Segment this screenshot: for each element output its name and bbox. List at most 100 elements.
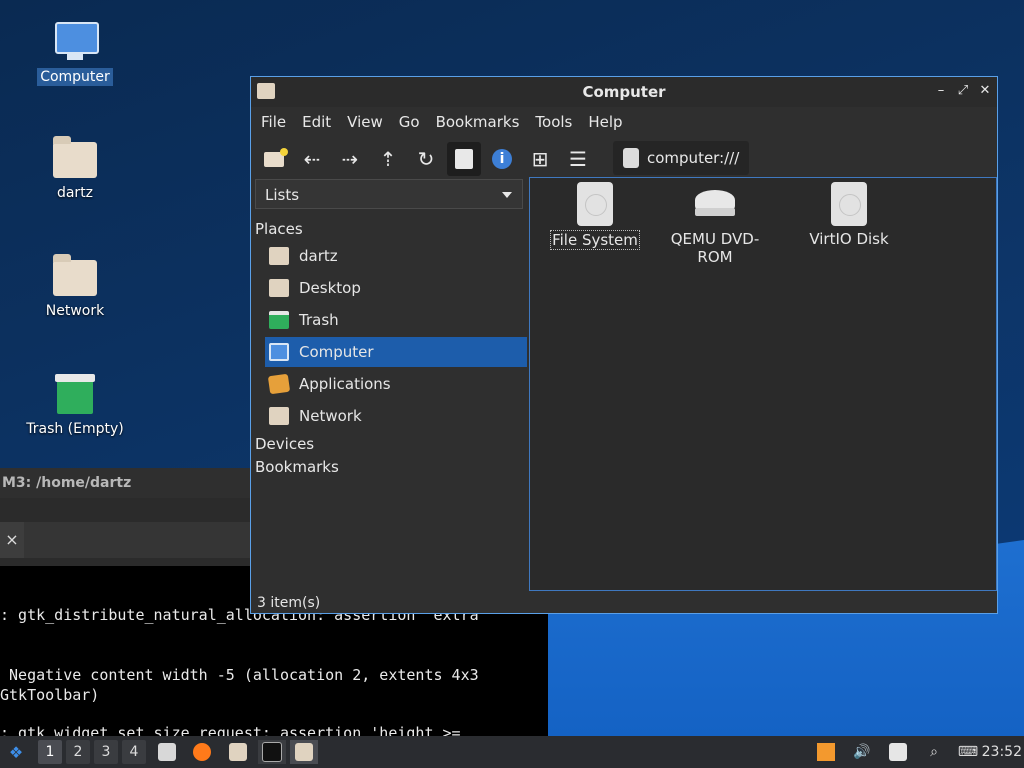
volume-button[interactable]: 🔊 (850, 740, 874, 764)
sidebar-item-computer[interactable]: Computer (265, 337, 527, 367)
window-titlebar[interactable]: Computer – ⤢ ✕ (251, 77, 997, 107)
folder-icon (229, 743, 247, 761)
workspace-2[interactable]: 2 (66, 740, 90, 764)
file-item-file-system[interactable]: File System (540, 182, 650, 250)
close-icon[interactable]: × (0, 522, 24, 558)
up-icon: ⇡ (379, 147, 397, 171)
workspace-3[interactable]: 3 (94, 740, 118, 764)
search-button[interactable]: ⌕ (922, 740, 946, 764)
location-path: computer:/// (647, 149, 740, 167)
sidebar-item-applications[interactable]: Applications (265, 369, 527, 399)
menu-bookmarks[interactable]: Bookmarks (428, 113, 528, 131)
drive-icon (623, 148, 639, 168)
desktop-icon-home[interactable]: dartz (20, 136, 130, 202)
devices-header[interactable]: Devices (255, 435, 314, 453)
home-folder-icon (53, 136, 97, 180)
chevron-down-icon (502, 192, 512, 198)
icon-view-button[interactable] (447, 142, 481, 176)
file-item-label: File System (550, 230, 640, 250)
side-pane-mode-value: Lists (265, 186, 300, 204)
sidebar-item-label: Computer (299, 343, 374, 361)
keyboard-layout-button[interactable]: ⌨ (956, 740, 980, 764)
cpu-graph-widget[interactable] (814, 740, 838, 764)
desktop-folder-icon (269, 279, 289, 297)
grid-view-button[interactable]: ⊞ (523, 142, 557, 176)
sidebar-item-label: Trash (299, 311, 339, 329)
file-view[interactable]: File System QEMU DVD-ROM VirtIO Disk (529, 177, 997, 591)
info-icon: i (492, 149, 512, 169)
file-manager-launcher[interactable] (226, 740, 250, 764)
terminal-line: GtkToolbar) (0, 686, 100, 704)
trash-icon (53, 372, 97, 416)
close-button[interactable]: ✕ (977, 82, 993, 100)
minimize-button[interactable]: – (933, 82, 949, 100)
applications-icon (267, 373, 291, 395)
desktop-icon-computer[interactable]: Computer (20, 20, 130, 86)
sidebar-item-network[interactable]: Network (265, 401, 527, 431)
reload-button[interactable]: ↻ (409, 142, 443, 176)
forward-button[interactable]: ⇢ (333, 142, 367, 176)
firefox-launcher[interactable] (190, 740, 214, 764)
desktop-icon-label: dartz (56, 185, 94, 201)
workspace-1[interactable]: 1 (38, 740, 62, 764)
status-bar: 3 item(s) (257, 595, 321, 611)
file-item-virtio-disk[interactable]: VirtIO Disk (794, 182, 904, 248)
dvd-icon (693, 182, 737, 226)
places-header[interactable]: Places (255, 220, 303, 238)
terminal-line: : gtk_widget_set_size_request: assertion… (0, 724, 461, 736)
menu-view[interactable]: View (339, 113, 391, 131)
reload-icon: ↻ (417, 147, 435, 171)
trash-icon (269, 311, 289, 329)
menu-help[interactable]: Help (580, 113, 630, 131)
info-button[interactable]: i (485, 142, 519, 176)
folder-icon (295, 743, 313, 761)
new-folder-button[interactable] (257, 142, 291, 176)
taskbar-task-file-manager[interactable] (290, 740, 318, 764)
clock[interactable]: 23:52 (982, 744, 1022, 760)
volume-icon: 🔊 (853, 744, 871, 760)
location-bar[interactable]: computer:/// (613, 141, 750, 175)
list-view-button[interactable]: ☰ (561, 142, 595, 176)
sidebar-item-dartz[interactable]: dartz (265, 241, 527, 271)
app-menu-icon: ❖ (8, 742, 24, 762)
taskbar-task-terminal[interactable] (258, 740, 286, 764)
window-title: Computer (582, 83, 666, 101)
taskbar: ❖ 1 2 3 4 🔊 ⌕ ⌨ 23:52 (0, 736, 1024, 768)
workspace-4[interactable]: 4 (122, 740, 146, 764)
search-icon: ⌕ (930, 744, 938, 760)
network-folder-icon (269, 407, 289, 425)
menu-tools[interactable]: Tools (527, 113, 580, 131)
side-pane-mode-select[interactable]: Lists (255, 179, 523, 209)
sidebar-item-label: Applications (299, 375, 391, 393)
desktop-icon-label: Trash (Empty) (26, 421, 124, 437)
icon-view-icon (455, 149, 473, 169)
menu-file[interactable]: File (253, 113, 294, 131)
network-folder-icon (53, 254, 97, 298)
back-button[interactable]: ⇠ (295, 142, 329, 176)
cpu-graph-icon (817, 743, 835, 761)
back-icon: ⇠ (303, 147, 321, 171)
disk-icon (577, 182, 613, 226)
disk-icon (831, 182, 867, 226)
maximize-button[interactable]: ⤢ (955, 82, 971, 100)
desktop-icon-network[interactable]: Network (20, 254, 130, 320)
sidebar-item-label: dartz (299, 247, 338, 265)
file-item-label: VirtIO Disk (809, 230, 889, 248)
clipboard-button[interactable] (886, 740, 910, 764)
app-menu-button[interactable]: ❖ (4, 740, 28, 764)
sidebar-item-desktop[interactable]: Desktop (265, 273, 527, 303)
menu-edit[interactable]: Edit (294, 113, 339, 131)
computer-icon (269, 343, 289, 361)
menu-go[interactable]: Go (391, 113, 428, 131)
show-desktop-button[interactable] (156, 740, 178, 764)
side-pane: Lists Places dartz Desktop Trash Compute… (251, 177, 527, 589)
sidebar-item-trash[interactable]: Trash (265, 305, 527, 335)
up-button[interactable]: ⇡ (371, 142, 405, 176)
file-item-dvd-rom[interactable]: QEMU DVD-ROM (660, 182, 770, 266)
computer-icon (53, 20, 99, 64)
desktop-icon-label: Network (45, 303, 105, 319)
file-manager-window[interactable]: Computer – ⤢ ✕ File Edit View Go Bookmar… (250, 76, 998, 614)
sidebar-item-label: Network (299, 407, 362, 425)
bookmarks-header[interactable]: Bookmarks (255, 458, 339, 476)
desktop-icon-trash[interactable]: Trash (Empty) (20, 372, 130, 438)
